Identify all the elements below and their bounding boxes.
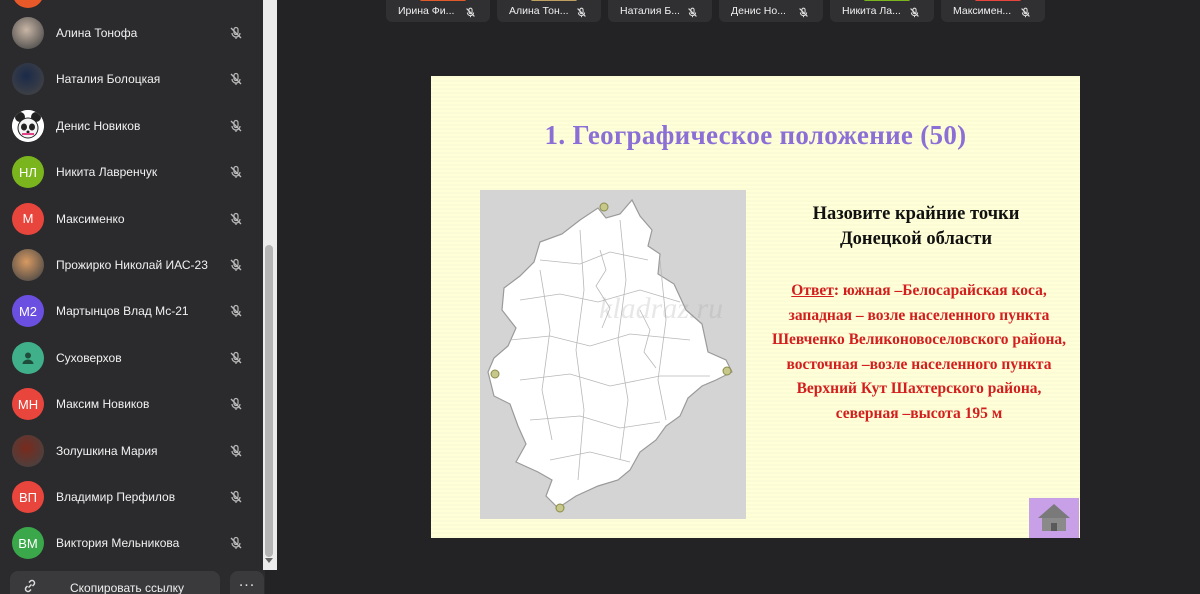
watermark: kladraz.ru (599, 292, 724, 325)
mic-off-icon (229, 304, 243, 318)
panda-avatar-icon (12, 109, 44, 142)
home-button[interactable] (1029, 498, 1079, 538)
answer-text: : южная –Белосарайская коса, западная – … (771, 282, 1067, 422)
tile-participant-name: Ирина Фи... (398, 5, 455, 17)
participant-name: Мартынцов Влад Мс-21 (56, 304, 189, 319)
participant-row[interactable]: МН Максим Новиков (0, 381, 262, 427)
participant-name: Суховерхов (56, 350, 122, 365)
participant-tile[interactable]: Никита Ла... (830, 0, 934, 22)
participant-name: Никита Лавренчук (56, 165, 158, 180)
speaking-indicator (420, 0, 466, 1)
mic-off-icon (229, 26, 243, 40)
avatar (12, 17, 44, 49)
copy-link-label: Скопировать ссылку (70, 581, 185, 594)
mic-off-icon (1020, 5, 1031, 18)
map-image (487, 198, 733, 513)
donetsk-region-map (480, 190, 746, 519)
mic-off-icon (229, 490, 243, 504)
mic-off-icon (229, 165, 243, 179)
avatar (12, 434, 44, 467)
participant-name: Владимир Перфилов (56, 490, 176, 504)
scrollbar-thumb[interactable] (265, 245, 273, 557)
mic-off-icon (687, 5, 698, 18)
participant-row[interactable]: Наталия Болоцкая (0, 56, 262, 102)
avatar: МН (12, 388, 44, 421)
participant-name: Золушкина Мария (56, 443, 158, 458)
participant-name: Прожирко Николай ИАС-23 (56, 258, 208, 272)
mic-off-icon (576, 5, 587, 18)
avatar: ВП (12, 481, 44, 513)
shared-presentation-slide: 1. Географическое положение (50) kladraz… (431, 76, 1080, 538)
participant-name: Максим Новиков (56, 397, 150, 412)
participant-name: Денис Новиков (56, 118, 141, 133)
mic-off-icon (229, 351, 243, 365)
home-icon (1038, 504, 1070, 531)
app-window: Алина Тонофа Наталия Болоцкая Денис Новико… (0, 0, 1200, 594)
participant-row[interactable]: ВП Владимир Перфилов (0, 474, 262, 520)
participant-row[interactable]: ВМ Виктория Мельникова (0, 520, 262, 566)
participant-row[interactable]: Прожирко Николай ИАС-23 (0, 242, 262, 288)
slide-title: 1. Географическое положение (50) (544, 120, 967, 150)
mic-off-icon (798, 5, 809, 18)
mic-off-icon (229, 397, 243, 411)
participant-name: Наталия Болоцкая (56, 72, 161, 87)
avatar (12, 249, 44, 281)
participant-tile[interactable]: Алина Тон... (497, 0, 601, 22)
mic-off-icon (229, 119, 243, 133)
mic-off-icon (229, 258, 243, 272)
participant-tile[interactable]: Ирина Фи... (386, 0, 490, 22)
tile-participant-name: Алина Тон... (509, 5, 569, 17)
avatar (12, 109, 44, 142)
avatar (12, 63, 44, 96)
speaking-indicator (531, 0, 577, 1)
participant-row[interactable]: Алина Тонофа (0, 10, 262, 56)
participant-tile[interactable]: Наталия Б... (608, 0, 712, 22)
participant-row[interactable]: Суховерхов (0, 335, 262, 381)
mic-off-icon (229, 72, 243, 86)
participant-tile[interactable]: Максимен... (941, 0, 1045, 22)
tile-participant-name: Никита Ла... (842, 5, 901, 17)
speaking-indicator (975, 0, 1021, 1)
mic-off-icon (229, 536, 243, 550)
participant-row[interactable]: М Максименко (0, 196, 262, 242)
participant-row[interactable]: М2 Мартынцов Влад Мс-21 (0, 288, 262, 334)
answer-label: Ответ (791, 282, 834, 299)
mic-off-icon (229, 212, 243, 226)
avatar (12, 0, 44, 8)
tile-participant-name: Максимен... (953, 5, 1012, 17)
mic-off-icon (229, 444, 243, 458)
participant-row[interactable]: Денис Новиков (0, 103, 262, 149)
copy-link-button[interactable]: Скопировать ссылку (10, 571, 220, 594)
question-line-1: Назовите крайние точки (812, 204, 1020, 224)
mic-off-icon (465, 5, 476, 18)
speaking-indicator (864, 0, 910, 1)
avatar: М (12, 202, 44, 235)
tile-participant-name: Наталия Б... (620, 5, 680, 17)
avatar: М2 (12, 295, 44, 328)
participant-name: Максименко (56, 211, 125, 226)
participant-name: Алина Тонофа (56, 26, 138, 40)
participant-row[interactable]: НЛ Никита Лавренчук (0, 149, 262, 195)
slide-answer: Ответ: южная –Белосарайская коса, западн… (769, 279, 1069, 426)
question-line-2: Донецкой области (839, 229, 993, 249)
avatar: НЛ (12, 156, 44, 189)
link-icon (24, 579, 36, 593)
avatar: ВМ (12, 527, 44, 560)
participant-name: Виктория Мельникова (56, 536, 180, 551)
participants-sidebar: Алина Тонофа Наталия Болоцкая Денис Новико… (0, 0, 265, 594)
mic-off-icon (909, 5, 920, 18)
slide-question: Назовите крайние точки Донецкой области (756, 202, 1076, 252)
scroll-down-arrow-icon[interactable] (265, 558, 273, 563)
more-options-button[interactable]: ... (230, 571, 264, 594)
avatar (12, 341, 44, 374)
tile-participant-name: Денис Но... (731, 5, 786, 17)
person-icon (22, 352, 34, 364)
participant-tile[interactable]: Денис Но... (719, 0, 823, 22)
participant-row[interactable]: Золушкина Мария (0, 428, 262, 474)
